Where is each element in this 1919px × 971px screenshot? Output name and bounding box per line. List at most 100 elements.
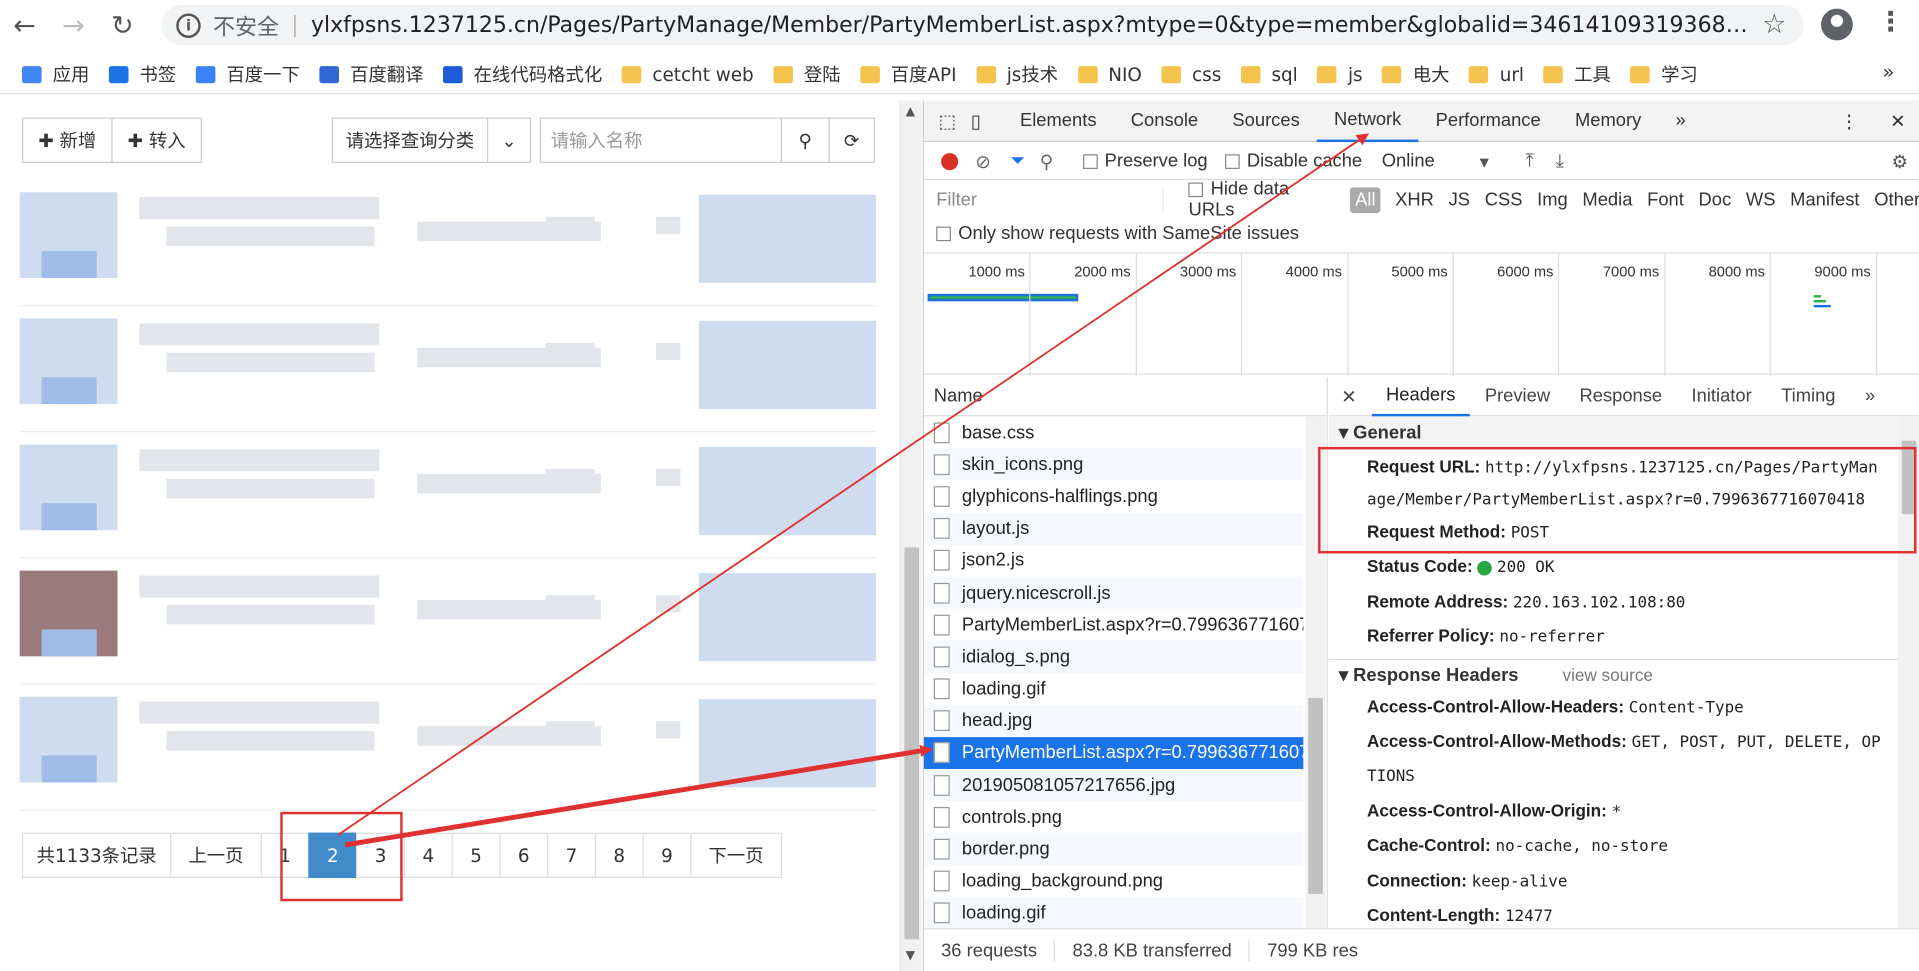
detail-tab-response[interactable]: Response [1565,377,1677,416]
request-row[interactable]: PartyMemberList.aspx?r=0.7996367716070..… [923,736,1304,770]
filter-type-doc[interactable]: Doc [1699,189,1732,210]
device-toggle-icon[interactable]: ▯ [966,100,1003,142]
bookmark-star-icon[interactable]: ☆ [1762,10,1786,41]
disable-cache-checkbox[interactable]: Disable cache [1224,151,1362,171]
table-row[interactable] [19,180,877,307]
url-text[interactable]: ylxfpsns.1237125.cn/Pages/PartyManage/Me… [311,12,1749,38]
add-button[interactable]: ✚ 新增 [22,117,113,163]
request-row[interactable]: jquery.nicescroll.js [923,576,1304,609]
close-devtools-icon[interactable]: ✕ [1875,100,1919,142]
import-har-icon[interactable]: ⤒ [1526,151,1534,172]
view-source-link[interactable]: view source [1563,665,1653,685]
page-number-button[interactable]: 6 [499,832,549,878]
request-row[interactable]: border.png [923,833,1304,866]
tab-memory[interactable]: Memory [1558,100,1659,142]
bookmark-item[interactable]: url [1469,56,1524,93]
scrollbar-thumb[interactable] [1308,697,1323,894]
request-row[interactable]: loading.gif [924,673,1303,705]
table-row[interactable] [19,558,877,685]
request-row[interactable]: PartyMemberList.aspx?r=0.7996367716070..… [924,609,1303,641]
tab-[interactable]: » [1658,100,1702,142]
inspect-icon[interactable]: ⬚ [924,100,966,142]
bookmark-item[interactable]: 百度翻译 [319,56,424,93]
bookmark-item[interactable]: js [1317,56,1363,93]
filter-type-ws[interactable]: WS [1746,189,1776,210]
name-column-header[interactable]: Name [923,377,1327,417]
clear-icon[interactable]: ⊘ [975,150,990,172]
detail-tab-preview[interactable]: Preview [1470,377,1565,416]
import-button[interactable]: ✚ 转入 [111,117,202,163]
page-number-button[interactable]: 5 [451,832,501,878]
page-number-button[interactable]: 8 [594,832,644,878]
filter-icon[interactable]: ⏷ [1010,151,1025,172]
next-page-button[interactable]: 下一页 [690,832,783,878]
request-row[interactable]: idialog_s.png [923,640,1304,673]
table-row[interactable] [19,684,877,811]
detail-tab-headers[interactable]: Headers [1371,377,1471,416]
hide-data-urls-checkbox[interactable]: Hide data URLs [1188,179,1336,220]
tab-elements[interactable]: Elements [1003,100,1114,142]
scroll-up-icon[interactable]: ▲ [906,105,915,118]
forward-arrow-icon[interactable]: → [49,1,98,50]
general-section-header[interactable]: ▾ General [1329,416,1919,449]
bookmark-item[interactable]: 百度一下 [195,56,300,93]
refresh-icon[interactable]: ⟳ [828,117,876,163]
bookmark-item[interactable]: 工具 [1543,56,1611,93]
request-row[interactable]: 201905081057217656.jpg [923,769,1304,802]
search-input[interactable]: 请输入名称 [539,117,783,163]
filter-type-other[interactable]: Other [1874,189,1919,210]
table-row[interactable] [19,306,877,433]
preserve-log-checkbox[interactable]: Preserve log [1082,151,1208,171]
bookmark-item[interactable]: 学习 [1630,56,1698,93]
detail-tab-initiator[interactable]: Initiator [1677,377,1767,416]
tab-console[interactable]: Console [1114,100,1216,142]
filter-input[interactable]: Filter [929,186,1165,214]
close-detail-icon[interactable]: ✕ [1329,377,1371,416]
filter-type-js[interactable]: JS [1449,189,1470,210]
filter-type-img[interactable]: Img [1537,189,1568,210]
throttle-select[interactable]: Online [1382,151,1480,172]
page-number-button[interactable]: 4 [403,832,453,878]
reload-icon[interactable]: ↻ [98,1,147,50]
page-number-button[interactable]: 9 [642,832,692,878]
bookmark-item[interactable]: 电大 [1382,56,1450,93]
export-har-icon[interactable]: ⤓ [1556,151,1564,172]
devtools-menu-icon[interactable]: ⋮ [1823,100,1876,142]
bookmark-item[interactable]: NIO [1077,56,1142,93]
search-icon[interactable]: ⚲ [780,117,830,163]
bookmark-item[interactable]: cetcht web [621,56,754,93]
request-row[interactable]: loading_background.png [924,865,1303,897]
bookmark-item[interactable]: 应用 [22,56,89,93]
tab-network[interactable]: Network [1316,100,1419,142]
scroll-down-icon[interactable]: ▼ [906,949,915,962]
bookmark-item[interactable]: js技术 [976,56,1058,93]
category-select[interactable]: 请选择查询分类 [331,117,489,163]
request-row[interactable]: controls.png [924,801,1303,833]
bookmark-item[interactable]: css [1161,56,1221,93]
info-icon[interactable]: i [176,12,201,38]
request-row[interactable]: json2.js [924,545,1303,577]
bookmark-item[interactable]: 登陆 [773,56,841,93]
request-row[interactable]: base.css [924,416,1303,448]
profile-avatar-icon[interactable] [1821,8,1853,41]
browser-menu-icon[interactable]: ⋮ [1877,7,1904,38]
page-scrollbar[interactable]: ▲ ▼ [899,100,922,971]
filter-type-media[interactable]: Media [1582,189,1632,210]
detail-tab-timing[interactable]: Timing [1766,377,1850,416]
filter-type-css[interactable]: CSS [1485,189,1523,210]
table-row[interactable] [19,432,877,559]
bookmark-item[interactable]: 书签 [108,56,176,93]
settings-gear-icon[interactable]: ⚙ [1891,150,1907,172]
search-icon[interactable]: ⚲ [1040,150,1053,172]
record-icon[interactable] [941,152,959,170]
back-arrow-icon[interactable]: ← [0,1,49,50]
request-row[interactable]: loading.gif [923,897,1304,930]
chevron-down-icon[interactable]: ⌄ [487,117,532,163]
scrollbar-thumb[interactable] [904,547,920,940]
tab-sources[interactable]: Sources [1215,100,1317,142]
request-row[interactable]: glyphicons-halflings.png [924,480,1303,512]
detail-tab-more[interactable]: » [1850,377,1890,416]
request-row[interactable]: layout.js [923,512,1304,545]
request-row[interactable]: skin_icons.png [923,448,1304,481]
filter-type-font[interactable]: Font [1647,189,1684,210]
